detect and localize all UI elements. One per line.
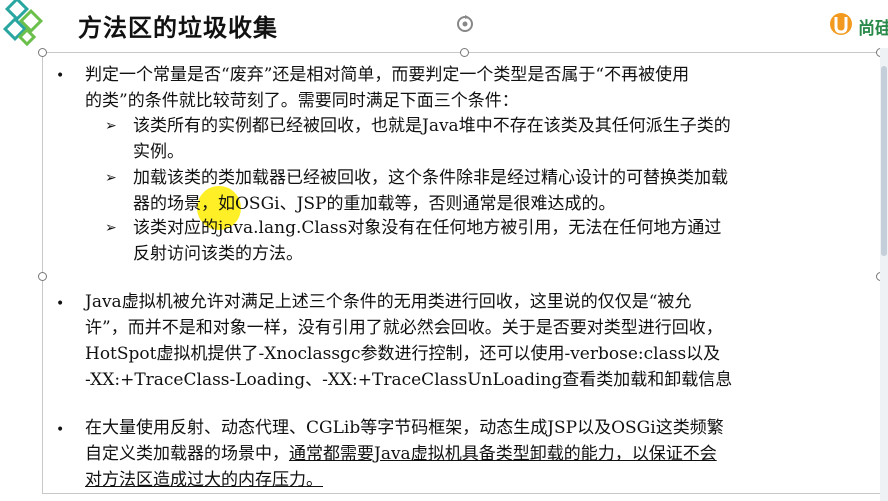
bullet-line: HotSpot虚拟机提供了-Xnoclassgc参数进行控制，还可以使用-ver… (85, 344, 721, 364)
sub-line: 该类所有的实例都已经被回收，也就是Java堆中不存在该类及其任何派生子类的 (133, 116, 731, 136)
arrow-bullet-icon: ➢ (105, 220, 117, 236)
resize-handle[interactable] (460, 48, 469, 57)
scroll-thumb[interactable] (881, 66, 887, 256)
bullet-line: -XX:+TraceClass-Loading、-XX:+TraceClassU… (85, 370, 733, 390)
bullet-1-text: 判定一个常量是否“废弃”还是相对简单，而要判定一个类型是否属于“不再被使用 的类… (85, 62, 689, 114)
underlined-text: 通常都需要Java虚拟机具备类型卸载的能力，以保证不会 (289, 444, 717, 464)
bullet-line: 在大量使用反射、动态代理、CGLib等字节码框架，动态生成JSP以及OSGi这类… (85, 418, 724, 438)
bullet-line: 判定一个常量是否“废弃”还是相对简单，而要判定一个类型是否属于“不再被使用 (85, 65, 690, 85)
brand-logo: 尚硅 (828, 8, 888, 42)
bullet-icon: • (56, 68, 65, 84)
brand-text: 尚硅 (858, 19, 888, 39)
rotate-handle-icon[interactable] (455, 14, 475, 34)
bullet-line: Java虚拟机被允许对满足上述三个条件的无用类进行回收，这里说的仅仅是“被允 (85, 292, 692, 312)
brand-icon (830, 13, 852, 35)
vertical-scrollbar[interactable] (880, 48, 888, 501)
bullet-line: 许”，而并不是和对象一样，没有引用了就必然会回收。关于是否要对类型进行回收， (85, 318, 723, 338)
sub-line: 实例。 (133, 142, 184, 162)
sub-line: 器的场景，如OSGi、JSP的重加载等，否则通常是很难达成的。 (133, 194, 616, 214)
sub-line: 该类对应的java.lang.Class对象没有在任何地方被引用，无法在任何地方… (133, 218, 722, 238)
logo-diamonds-icon (2, 0, 44, 47)
bullet-line: 自定义类加载器的场景中，通常都需要Java虚拟机具备类型卸载的能力，以保证不会 (85, 441, 724, 467)
page-title: 方法区的垃圾收集 (78, 14, 278, 42)
sub-line: 反射访问该类的方法。 (133, 244, 303, 264)
title-bar: 方法区的垃圾收集 尚硅 (0, 0, 888, 48)
bullet-3-text: 在大量使用反射、动态代理、CGLib等字节码框架，动态生成JSP以及OSGi这类… (85, 415, 724, 493)
bullet-2-text: Java虚拟机被允许对满足上述三个条件的无用类进行回收，这里说的仅仅是“被允 许… (85, 289, 732, 393)
bullet-icon: • (56, 296, 65, 312)
arrow-bullet-icon: ➢ (105, 170, 117, 186)
underlined-line: 对方法区造成过大的内存压力。 (85, 470, 323, 490)
bullet-line-start: 自定义类加载器的场景中， (85, 444, 289, 464)
resize-handle[interactable] (38, 272, 47, 281)
arrow-bullet-icon: ➢ (105, 118, 117, 134)
sub-2-text: 加载该类的类加载器已经被回收，这个条件除非是经过精心设计的可替换类加载 器的场景… (133, 165, 728, 217)
sub-1-text: 该类所有的实例都已经被回收，也就是Java堆中不存在该类及其任何派生子类的 实例… (133, 113, 731, 165)
bullet-icon: • (56, 422, 65, 438)
resize-handle[interactable] (38, 48, 47, 57)
bullet-line: 的类”的条件就比较苛刻了。需要同时满足下面三个条件： (85, 91, 519, 111)
sub-line: 加载该类的类加载器已经被回收，这个条件除非是经过精心设计的可替换类加载 (133, 168, 728, 188)
sub-3-text: 该类对应的java.lang.Class对象没有在任何地方被引用，无法在任何地方… (133, 215, 721, 267)
